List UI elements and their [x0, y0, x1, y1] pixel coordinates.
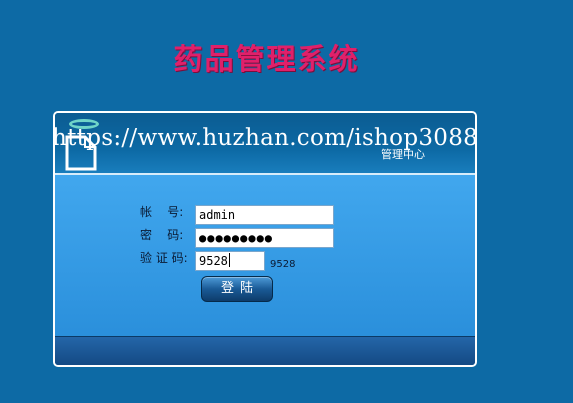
captcha-code[interactable]: 9528	[270, 259, 295, 270]
captcha-field[interactable]: 9528	[195, 251, 265, 271]
panel-header: https://www.huzhan.com/ishop30884 管理中心	[55, 113, 475, 175]
login-button[interactable]: 登陆	[201, 276, 273, 302]
username-label: 帐 号:	[140, 205, 184, 219]
password-field[interactable]: ●●●●●●●●●	[195, 228, 334, 248]
username-field[interactable]: admin	[195, 205, 334, 225]
password-label: 密 码:	[140, 228, 184, 242]
panel-footer	[55, 336, 475, 365]
panel-body	[55, 175, 475, 339]
text-caret	[228, 253, 230, 267]
captcha-field-value: 9528	[199, 254, 228, 268]
panel-subtitle: 管理中心	[381, 148, 425, 161]
app-title: 药品管理系统	[173, 42, 360, 76]
captcha-label: 验 证 码:	[140, 251, 188, 265]
password-dots: ●●●●●●●●●	[199, 231, 274, 245]
